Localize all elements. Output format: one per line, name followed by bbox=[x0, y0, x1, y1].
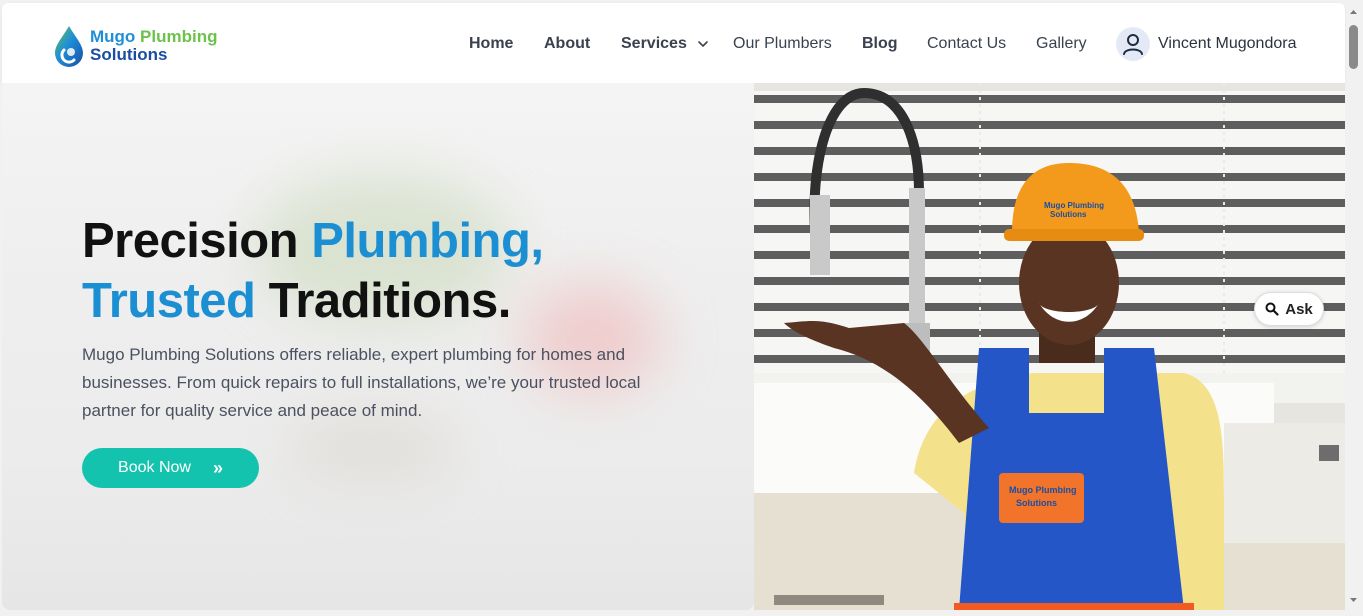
brand-logo[interactable]: Mugo Plumbing Solutions bbox=[52, 21, 242, 71]
nav-gallery[interactable]: Gallery bbox=[1036, 29, 1087, 59]
nav-services-label: Services bbox=[621, 35, 687, 52]
brand-name-line2: Solutions bbox=[90, 45, 168, 64]
double-chevron-right-icon: » bbox=[212, 457, 223, 478]
scroll-up-arrow-icon[interactable] bbox=[1349, 8, 1358, 17]
nav-home[interactable]: Home bbox=[469, 29, 513, 59]
hero-text-panel: Precision Plumbing, Trusted Traditions. … bbox=[2, 83, 754, 610]
brand-name-part1: Mugo bbox=[90, 27, 141, 46]
site-header: Mugo Plumbing Solutions Home About Servi… bbox=[2, 3, 1345, 83]
bib-logo-text-2: Solutions bbox=[1016, 498, 1057, 508]
bib-logo-text: Mugo Plumbing bbox=[1009, 485, 1077, 495]
book-now-button[interactable]: Book Now » bbox=[82, 448, 259, 488]
nav-blog[interactable]: Blog bbox=[862, 29, 898, 59]
browser-viewport: Mugo Plumbing Solutions Home About Servi… bbox=[0, 0, 1363, 616]
user-menu[interactable]: Vincent Mugondora bbox=[1116, 26, 1296, 62]
headline-part1: Precision bbox=[82, 214, 312, 268]
hero-description: Mugo Plumbing Solutions offers reliable,… bbox=[82, 345, 641, 420]
headline-part2: Plumbing, bbox=[311, 214, 544, 268]
headline-part4: Traditions. bbox=[255, 274, 512, 328]
hero-image-plumber: Mugo Plumbing Solutions Mugo Plumbing So… bbox=[754, 83, 1345, 610]
brand-name: Mugo Plumbing Solutions bbox=[90, 28, 218, 64]
nav-services[interactable]: Services bbox=[621, 29, 709, 59]
chevron-down-icon bbox=[698, 40, 709, 47]
hero-section: Precision Plumbing, Trusted Traditions. … bbox=[2, 83, 1345, 610]
headline-part3: Trusted bbox=[82, 274, 256, 328]
nav-contact-us[interactable]: Contact Us bbox=[927, 29, 1006, 59]
avatar bbox=[1116, 27, 1150, 61]
user-icon bbox=[1123, 34, 1143, 55]
vertical-scrollbar[interactable] bbox=[1346, 3, 1361, 610]
hero-headline: Precision Plumbing, Trusted Traditions. bbox=[82, 211, 544, 331]
book-now-label: Book Now bbox=[118, 459, 191, 476]
nav-about[interactable]: About bbox=[544, 29, 590, 59]
brand-name-part2: Plumbing bbox=[140, 27, 218, 46]
water-drop-logo-icon bbox=[55, 26, 83, 67]
plumber-photo-illustration: Mugo Plumbing Solutions Mugo Plumbing So… bbox=[754, 83, 1345, 610]
user-name: Vincent Mugondora bbox=[1158, 35, 1297, 52]
ask-button[interactable]: Ask bbox=[1254, 292, 1324, 326]
hat-logo-text-2: Solutions bbox=[1050, 210, 1087, 219]
scrollbar-thumb[interactable] bbox=[1349, 25, 1358, 69]
ask-label: Ask bbox=[1285, 300, 1313, 318]
scroll-down-arrow-icon[interactable] bbox=[1349, 595, 1358, 604]
search-icon bbox=[1265, 302, 1279, 316]
hat-logo-text: Mugo Plumbing bbox=[1044, 201, 1104, 210]
nav-our-plumbers[interactable]: Our Plumbers bbox=[733, 29, 832, 59]
